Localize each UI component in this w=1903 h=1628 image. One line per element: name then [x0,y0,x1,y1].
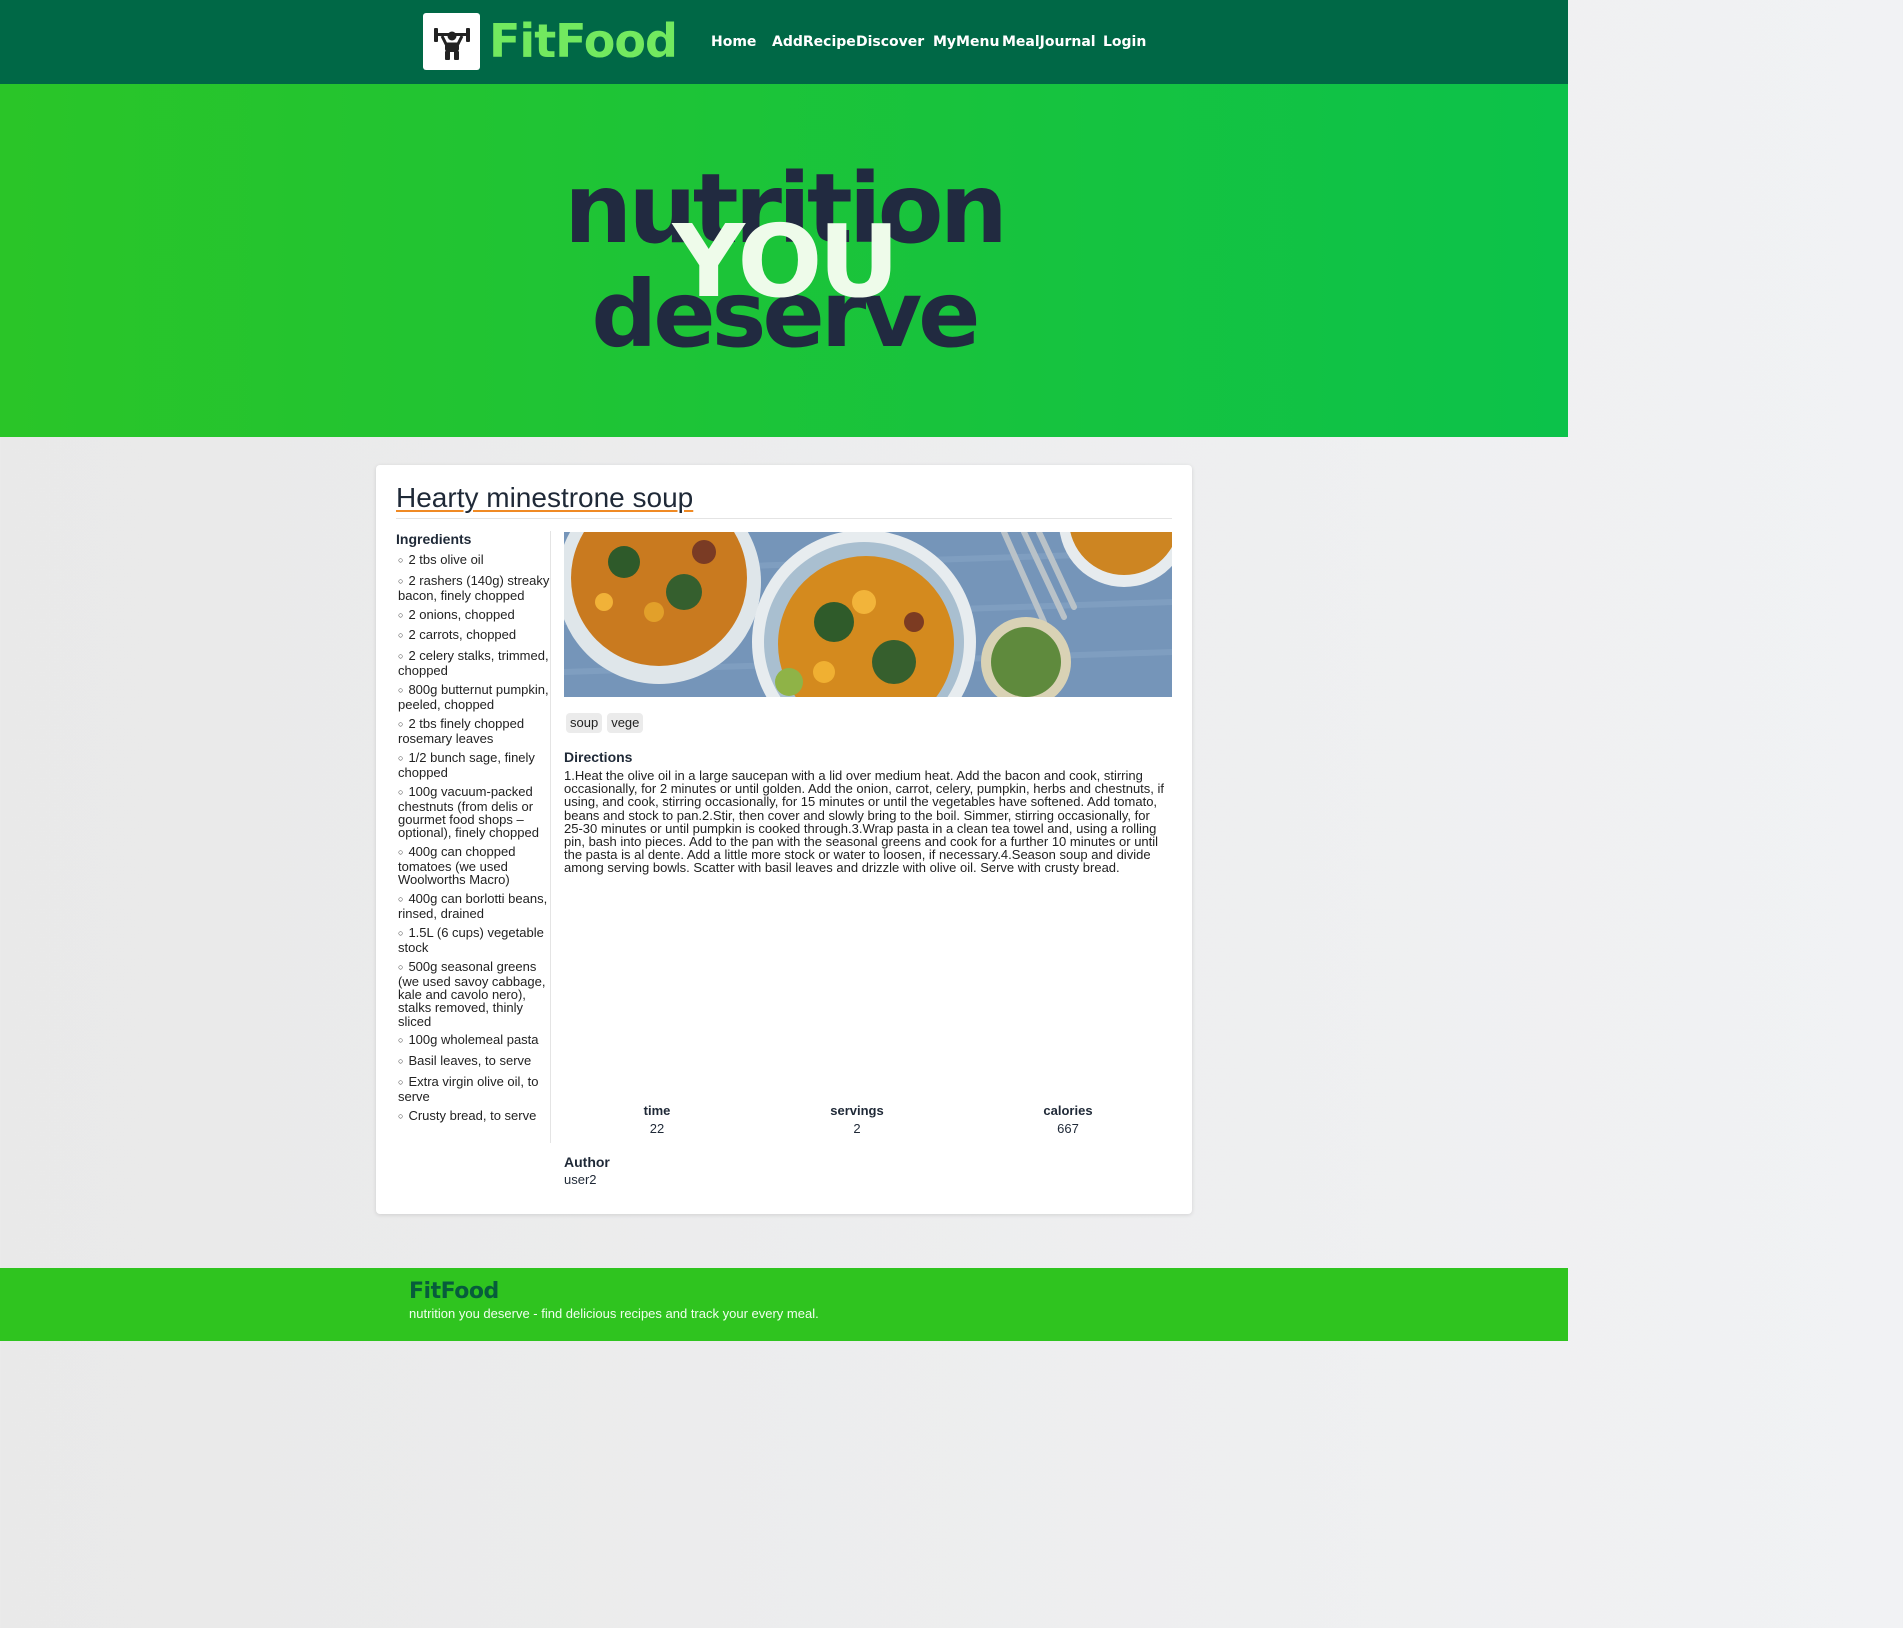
hero-line-you: YOU [672,203,899,320]
author-name[interactable]: user2 [564,1172,597,1188]
nav-login-link[interactable]: Login [1103,33,1146,51]
ingredient-item: Basil leaves, to serve [398,1054,550,1069]
weightlifter-icon [433,27,470,60]
directions-heading: Directions [564,749,633,765]
ingredient-item: 800g butternut pumpkin, peeled, chopped [398,683,550,712]
stat-servings: servings 2 [797,1102,917,1138]
title-divider [396,518,1172,519]
ingredient-item: 2 tbs olive oil [398,553,550,568]
stat-time: time 22 [597,1102,717,1138]
ingredient-item: 2 onions, chopped [398,607,550,623]
directions-text: 1.Heat the olive oil in a large saucepan… [564,768,1165,876]
ingredient-item: 100g vacuum-packed chestnuts (from delis… [398,785,550,840]
ingredient-item: 100g wholemeal pasta [398,1033,550,1048]
stat-servings-label: servings [830,1103,884,1118]
recipe-photo [564,532,1172,697]
nav-discover-link[interactable]: Discover [856,33,924,51]
ingredients-list: 2 tbs olive oil 2 rashers (140g) streaky… [398,553,550,1129]
nav-mealjournal-link[interactable]: MealJournal [1002,33,1096,51]
ingredient-item: 2 carrots, chopped [398,628,550,643]
ingredients-heading: Ingredients [396,531,472,547]
tag-soup[interactable]: soup [566,713,603,733]
footer-tagline: nutrition you deserve - find delicious r… [409,1306,819,1321]
stat-time-value: 22 [649,1121,665,1136]
tag-vege[interactable]: vege [607,713,644,733]
author-heading: Author [564,1154,610,1170]
ingredient-item: Crusty bread, to serve [398,1109,550,1124]
nav-addrecipe-link[interactable]: AddRecipe [772,33,856,51]
ingredient-item: 500g seasonal greens (we used savoy cabb… [398,960,550,1028]
brand-name[interactable]: FitFood [489,13,678,69]
column-divider [550,531,551,1143]
ingredient-item: 400g can borlotti beans, rinsed, drained [398,892,550,921]
nav-mymenu-link[interactable]: MyMenu [933,33,999,51]
stat-calories: calories 667 [1008,1102,1128,1138]
hero-banner: nutrition deserve YOU [0,84,1568,437]
stat-time-label: time [643,1103,671,1118]
footer: FitFood nutrition you deserve - find del… [0,1268,1568,1341]
recipe-card: Hearty minestrone soup Ingredients 2 tbs… [376,465,1192,1214]
stat-calories-value: 667 [1057,1121,1079,1136]
recipe-tags: soup vege [566,713,644,733]
nav-home-link[interactable]: Home [711,33,756,51]
ingredient-item: 2 tbs finely chopped rosemary leaves [398,717,550,746]
ingredient-item: 400g can chopped tomatoes (we used Woolw… [398,845,550,887]
stat-servings-value: 2 [853,1121,861,1136]
ingredient-item: 2 celery stalks, trimmed, chopped [398,649,550,678]
ingredient-item: 1.5L (6 cups) vegetable stock [398,926,550,955]
top-navbar: FitFood Home AddRecipe Discover MyMenu M… [0,0,1568,84]
footer-brand: FitFood [409,1279,499,1304]
recipe-title: Hearty minestrone soup [396,482,694,513]
ingredient-item: Extra virgin olive oil, to serve [398,1075,550,1104]
stat-calories-label: calories [1043,1103,1093,1118]
logo[interactable] [423,13,480,70]
ingredient-item: 1/2 bunch sage, finely chopped [398,751,550,780]
ingredient-item: 2 rashers (140g) streaky bacon, finely c… [398,574,550,603]
